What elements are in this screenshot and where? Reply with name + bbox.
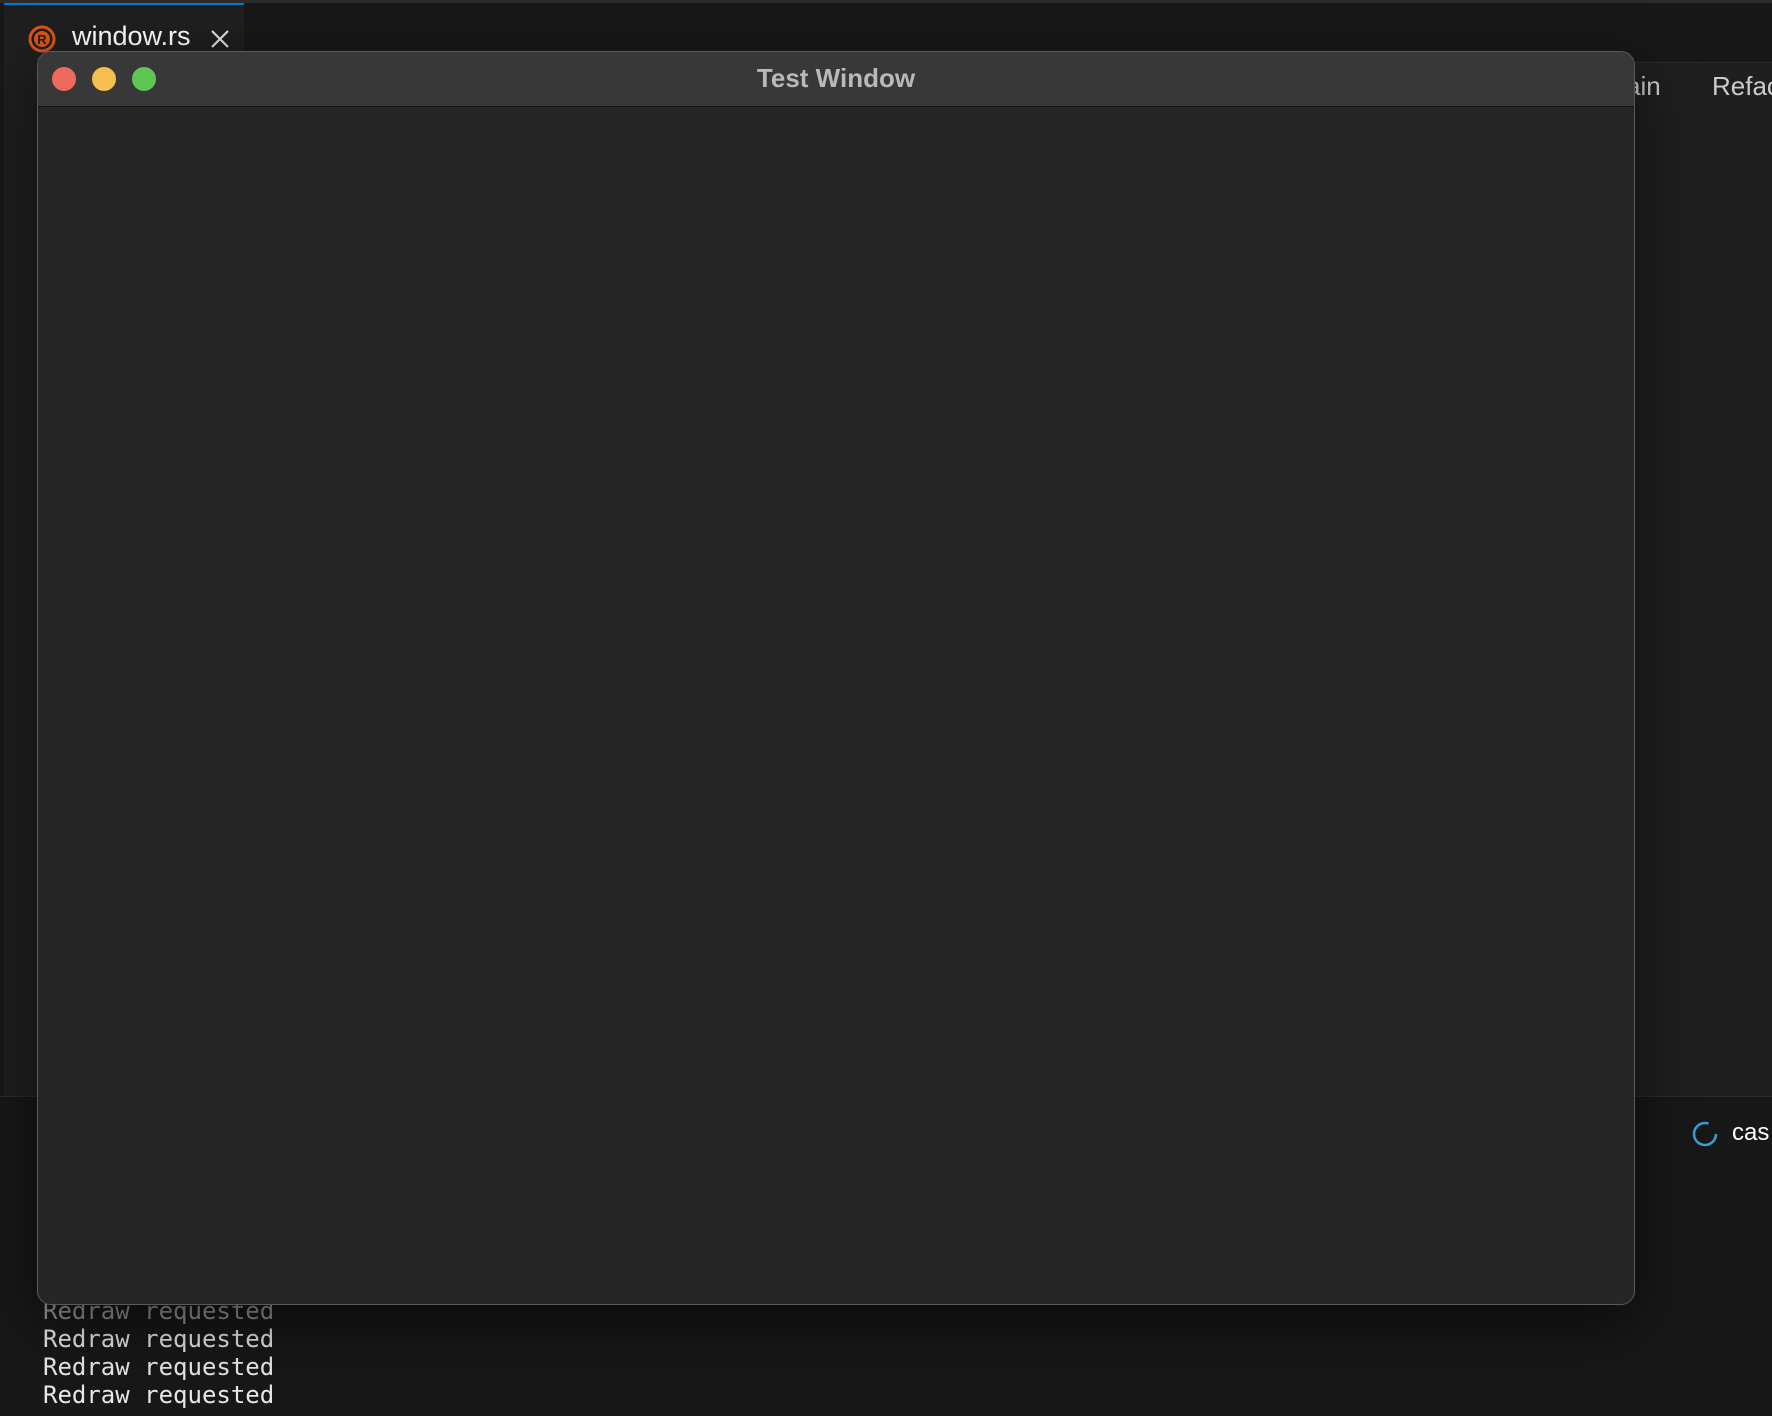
- close-icon[interactable]: [208, 27, 232, 51]
- terminal-line: Redraw requested: [43, 1381, 275, 1409]
- spinner-icon: [1692, 1121, 1718, 1147]
- window-titlebar[interactable]: Test Window: [38, 52, 1634, 107]
- task-status-label: cas: [1732, 1119, 1770, 1146]
- svg-text:R: R: [37, 32, 47, 47]
- test-window[interactable]: Test Window: [37, 51, 1635, 1305]
- terminal-line: Redraw requested: [43, 1325, 275, 1353]
- codelens-refactor[interactable]: Refac: [1712, 71, 1772, 102]
- rust-icon: R: [28, 25, 56, 53]
- terminal-output[interactable]: Redraw requested Redraw requested Redraw…: [43, 1297, 274, 1409]
- terminal-line: Redraw requested: [43, 1353, 275, 1381]
- tab-label: window.rs: [72, 21, 191, 51]
- window-title: Test Window: [756, 63, 916, 93]
- window-content[interactable]: [38, 107, 1634, 1304]
- screen: R window.rs ain Refac cas Redraw request…: [0, 0, 1772, 1416]
